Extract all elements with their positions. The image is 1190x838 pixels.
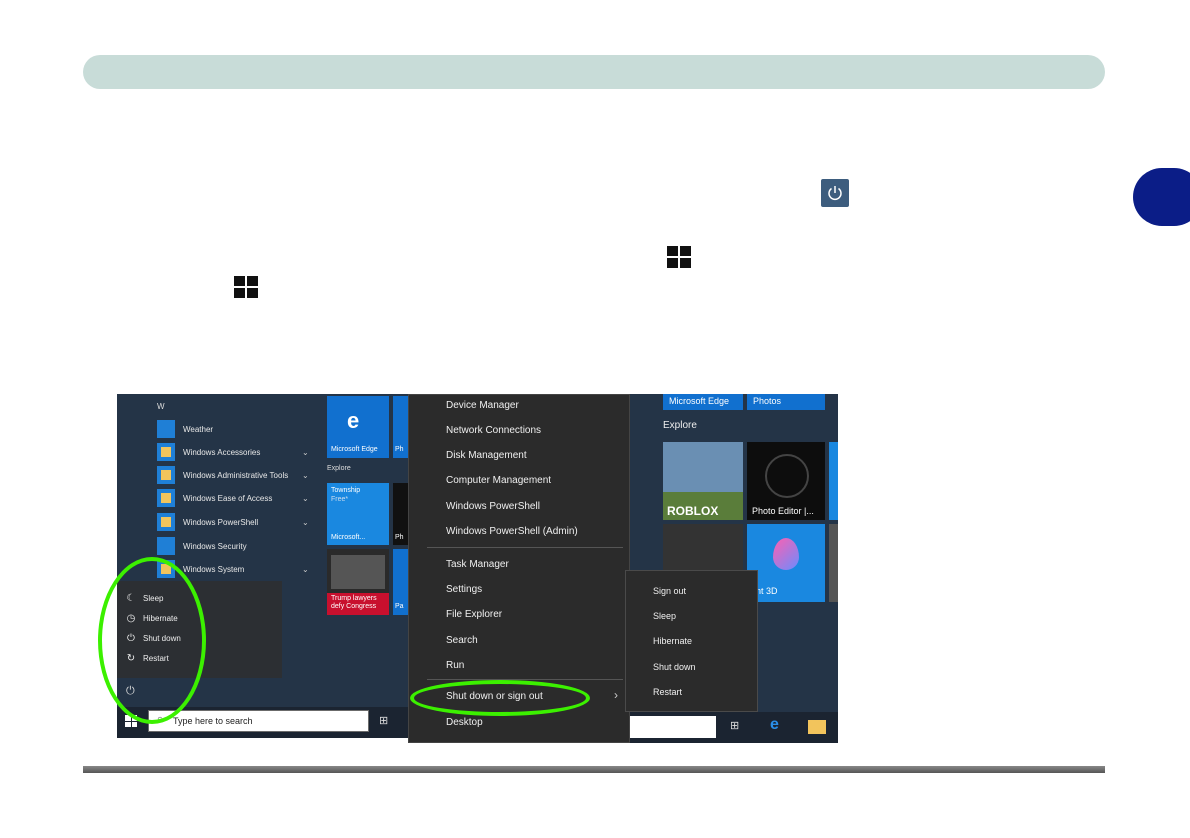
app-weather[interactable]: Weather [157,418,317,440]
app-windows-admin-tools[interactable]: Windows Administrative Tools ⌄ [157,464,317,486]
chevron-down-icon: ⌄ [302,493,309,503]
tile-label: Photo Editor |... [752,506,814,516]
app-windows-accessories[interactable]: Windows Accessories ⌄ [157,441,317,463]
sun-icon [157,420,175,438]
news-image [331,555,385,589]
tile-photos[interactable]: Photos [747,394,825,410]
app-label: Windows System [183,564,245,574]
explore-label: Explore [327,465,351,472]
tile-label: Microsoft Edge [669,396,730,406]
tile-partial[interactable] [829,442,838,520]
folder-icon [157,489,175,507]
chevron-down-icon: ⌄ [302,564,309,574]
app-windows-security[interactable]: Windows Security [157,535,317,557]
app-label: Windows PowerShell [183,517,259,527]
menu-item-run[interactable]: Run [446,660,464,671]
tile-roblox[interactable]: ROBLOX [663,442,743,520]
menu-divider [427,547,623,548]
power-button-icon [821,179,849,207]
shutdown-submenu: Sign out Sleep Hibernate Shut down Resta… [625,570,758,712]
taskbar: ⊞ e [630,712,838,743]
search-input[interactable] [630,716,716,738]
tile-label: Ph [395,446,404,453]
windows-logo-icon [667,246,691,268]
chevron-down-icon: ⌄ [302,470,309,480]
submenu-sleep[interactable]: Sleep [653,611,676,621]
menu-item-powershell-admin[interactable]: Windows PowerShell (Admin) [446,526,578,537]
windows-logo-icon [234,276,258,298]
folder-icon [157,466,175,484]
tile-photo-editor[interactable]: Photo Editor |... [747,442,825,520]
task-view-icon[interactable]: ⊞ [379,714,388,727]
tile-label: Photos [753,396,782,406]
highlight-ring [410,680,590,716]
tile-sublabel: Free* [331,496,349,503]
tile-partial[interactable]: Ph [393,483,408,545]
task-view-icon[interactable]: ⊞ [730,719,739,732]
footer-rule [83,766,1105,773]
roblox-artwork [663,442,743,492]
photo-editor-icon [765,454,809,498]
menu-item-powershell[interactable]: Windows PowerShell [446,501,540,512]
chevron-down-icon: ⌄ [302,517,309,527]
tile-label: ROBLOX [667,504,719,518]
tile-edge[interactable]: Microsoft Edge [663,394,743,410]
app-label: Windows Administrative Tools [183,470,289,480]
file-explorer-icon[interactable] [808,720,826,734]
folder-icon [157,443,175,461]
chevron-right-icon: › [614,688,618,702]
tile-label: Microsoft Edge [331,446,378,453]
submenu-sign-out[interactable]: Sign out [653,586,686,596]
tile-microsoft-edge[interactable]: e Microsoft Edge [327,396,389,458]
section-letter: W [157,402,165,411]
menu-item-settings[interactable]: Settings [446,584,482,595]
menu-item-computer-management[interactable]: Computer Management [446,475,551,486]
app-label: Windows Security [183,541,247,551]
tile-label: Trump lawyers defy Congress [331,595,377,610]
app-windows-ease-of-access[interactable]: Windows Ease of Access ⌄ [157,487,317,509]
tile-partial[interactable]: Pa [393,549,408,615]
menu-item-task-manager[interactable]: Task Manager [446,559,509,570]
tile-label: Township [331,487,361,494]
menu-item-file-explorer[interactable]: File Explorer [446,609,502,620]
tile-partial[interactable] [829,524,838,602]
chapter-tab [1133,168,1190,226]
app-label: Windows Accessories [183,447,261,457]
edge-icon: e [347,408,360,433]
highlight-ring [98,557,206,724]
chevron-down-icon: ⌄ [302,447,309,457]
menu-item-disk-management[interactable]: Disk Management [446,450,527,461]
page-header-bar [83,55,1105,89]
app-windows-powershell[interactable]: Windows PowerShell ⌄ [157,511,317,533]
app-label: Weather [183,424,214,434]
search-placeholder: Type here to search [173,716,253,726]
tile-label: Pa [395,603,404,610]
folder-icon [157,513,175,531]
tile-news[interactable]: Trump lawyers defy Congress [327,549,389,615]
tile-label: Microsoft... [331,534,366,541]
app-label: Windows Ease of Access [183,493,273,503]
search-input[interactable]: ○ Type here to search [148,710,369,732]
explore-label: Explore [663,420,697,431]
menu-item-network-connections[interactable]: Network Connections [446,425,541,436]
paint3d-icon [773,538,799,570]
submenu-restart[interactable]: Restart [653,687,682,697]
edge-icon[interactable]: e [770,716,779,734]
tile-paint3d[interactable]: aint 3D [747,524,825,602]
menu-item-device-manager[interactable]: Device Manager [446,400,519,411]
menu-item-desktop[interactable]: Desktop [446,717,483,728]
tile-township[interactable]: Township Free* Microsoft... [327,483,389,545]
tile-label: Ph [395,534,404,541]
shield-icon [157,537,175,555]
submenu-hibernate[interactable]: Hibernate [653,636,692,646]
tile-photos-partial[interactable]: Ph [393,396,408,458]
submenu-shut-down[interactable]: Shut down [653,662,696,672]
menu-item-search[interactable]: Search [446,635,478,646]
